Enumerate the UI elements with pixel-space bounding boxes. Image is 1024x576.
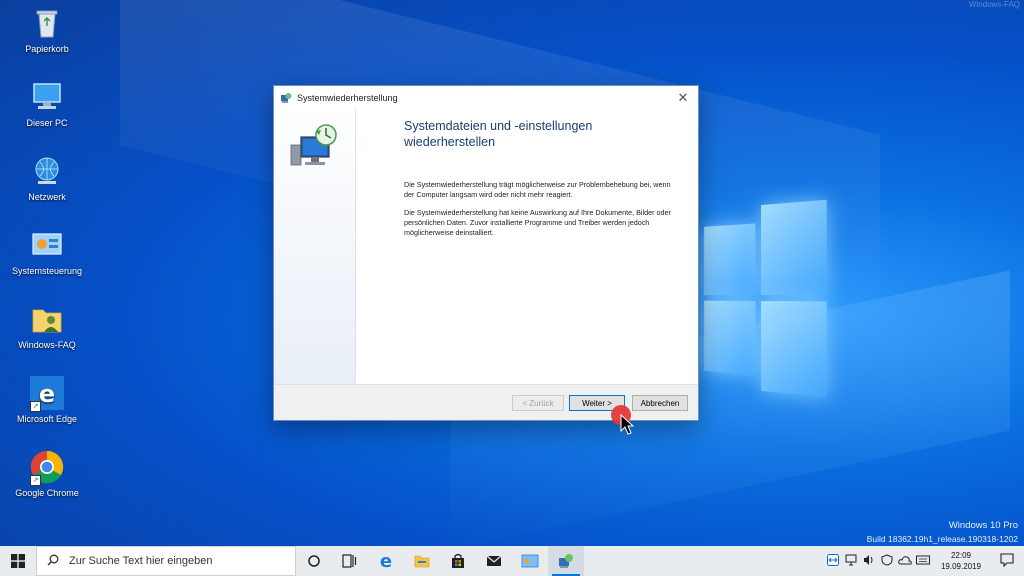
folder-user-icon	[30, 302, 64, 336]
dialog-heading: Systemdateien und -einstellungen wiederh…	[404, 118, 674, 150]
taskbar-store[interactable]	[440, 546, 476, 576]
desktop-icon-this-pc[interactable]: Dieser PC	[10, 80, 84, 128]
desktop-icon-label: Windows-FAQ	[10, 340, 84, 350]
back-button[interactable]: < Zurück	[512, 395, 564, 411]
desktop-icon-label: Google Chrome	[10, 488, 84, 498]
security-icon[interactable]	[878, 554, 896, 569]
system-restore-large-icon	[289, 123, 341, 176]
volume-icon[interactable]	[860, 554, 878, 569]
corner-watermark: Windows-FAQ	[969, 0, 1020, 9]
windows-logo-wallpaper	[704, 200, 827, 391]
search-icon	[47, 554, 59, 569]
mail-icon	[486, 555, 502, 567]
onedrive-icon[interactable]	[896, 555, 914, 568]
taskbar-mail[interactable]	[476, 546, 512, 576]
taskbar-system-restore[interactable]	[548, 546, 584, 576]
cortana-button[interactable]	[296, 546, 332, 576]
search-input[interactable]: Zur Suche Text hier eingeben	[36, 546, 296, 576]
windows-build: Build 18362.19h1_release.190318-1202	[867, 534, 1018, 544]
system-restore-icon	[557, 553, 575, 569]
keyboard-icon[interactable]	[914, 555, 932, 568]
desktop-icon-label: Netzwerk	[10, 192, 84, 202]
dialog-side-panel	[274, 109, 356, 385]
recycle-bin-icon	[30, 6, 64, 40]
taskbar: Zur Suche Text hier eingeben e 22:09 19.…	[0, 546, 1024, 576]
system-restore-dialog: Systemwiederherstellung ✕ Systemdateien …	[273, 85, 699, 421]
system-tray: 22:09 19.09.2019	[824, 546, 1024, 576]
start-button[interactable]	[0, 546, 36, 576]
desktop-icon-windows-faq[interactable]: Windows-FAQ	[10, 302, 84, 350]
edge-icon: e	[380, 551, 392, 572]
dialog-footer: < Zurück Weiter > Abbrechen	[274, 384, 698, 420]
desktop-icon-recycle-bin[interactable]: Papierkorb	[10, 6, 84, 54]
close-icon[interactable]: ✕	[668, 90, 698, 106]
control-panel-icon	[521, 554, 539, 568]
desktop-icon-label: Dieser PC	[10, 118, 84, 128]
taskbar-edge[interactable]: e	[368, 546, 404, 576]
dialog-titlebar[interactable]: Systemwiederherstellung ✕	[274, 86, 698, 109]
desktop-icon-label: Systemsteuerung	[10, 266, 84, 276]
chrome-icon: ↗	[30, 450, 64, 484]
desktop-icon-network[interactable]: Netzwerk	[10, 154, 84, 202]
search-placeholder: Zur Suche Text hier eingeben	[69, 555, 213, 567]
edge-icon: e ↗	[30, 376, 64, 410]
windows-start-icon	[11, 554, 25, 568]
svg-text:e: e	[39, 380, 55, 408]
computer-icon	[30, 80, 64, 114]
desktop-icon-label: Microsoft Edge	[10, 414, 84, 424]
clock-time: 22:09	[932, 550, 990, 561]
network-icon[interactable]	[842, 554, 860, 569]
taskbar-clock[interactable]: 22:09 19.09.2019	[932, 550, 990, 572]
desktop-icon-chrome[interactable]: ↗ Google Chrome	[10, 450, 84, 498]
dialog-title: Systemwiederherstellung	[297, 93, 398, 103]
file-explorer-icon	[414, 554, 430, 568]
windows-edition: Windows 10 Pro	[949, 520, 1018, 531]
cancel-button[interactable]: Abbrechen	[632, 395, 688, 411]
dialog-content: Systemdateien und -einstellungen wiederh…	[404, 118, 674, 246]
control-panel-icon	[30, 228, 64, 262]
store-icon	[450, 553, 466, 569]
task-view-icon	[342, 554, 358, 568]
cortana-icon	[307, 554, 321, 568]
mouse-cursor-icon	[620, 414, 634, 441]
desktop-icon-control-panel[interactable]: Systemsteuerung	[10, 228, 84, 276]
taskbar-control-panel[interactable]	[512, 546, 548, 576]
dialog-paragraph-2: Die Systemwiederherstellung hat keine Au…	[404, 208, 674, 238]
teamviewer-icon[interactable]	[824, 554, 842, 569]
dialog-paragraph-1: Die Systemwiederherstellung trägt möglic…	[404, 180, 674, 200]
notification-icon	[1000, 553, 1014, 567]
task-view-button[interactable]	[332, 546, 368, 576]
desktop-icon-edge[interactable]: e ↗ Microsoft Edge	[10, 376, 84, 424]
system-restore-icon	[280, 92, 292, 104]
taskbar-explorer[interactable]	[404, 546, 440, 576]
desktop-icon-label: Papierkorb	[10, 44, 84, 54]
notification-center-button[interactable]	[990, 553, 1024, 570]
clock-date: 19.09.2019	[932, 561, 990, 572]
network-icon	[30, 154, 64, 188]
